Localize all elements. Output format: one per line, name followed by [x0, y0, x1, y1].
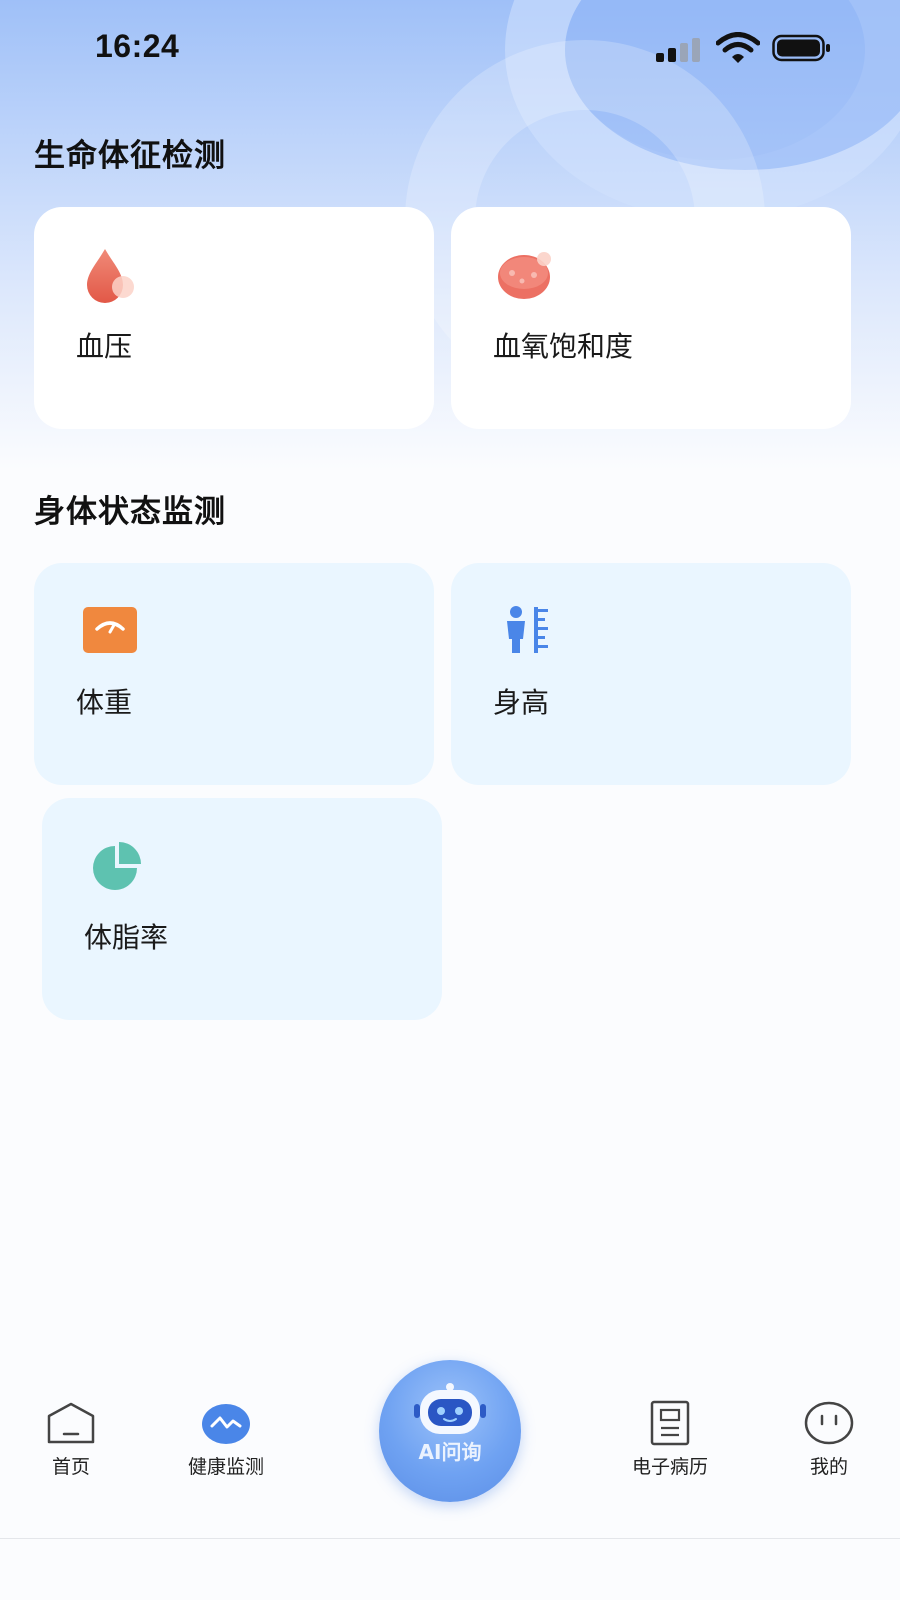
nav-label-ai-inquiry: AI问询	[418, 1440, 482, 1464]
pie-chart-icon	[93, 842, 141, 890]
card-blood-pressure[interactable]: 血压	[34, 207, 434, 429]
card-label-height: 身高	[493, 686, 550, 719]
card-blood-oxygen[interactable]: 血氧饱和度	[451, 207, 851, 429]
home-icon	[47, 1402, 95, 1444]
card-weight[interactable]: 体重	[34, 563, 434, 785]
wifi-icon	[716, 32, 760, 63]
blood-drop-icon	[87, 249, 134, 303]
section-title-vital-signs: 生命体征检测	[34, 138, 226, 174]
bottom-divider	[0, 1538, 900, 1539]
card-height[interactable]: 身高	[451, 563, 851, 785]
nav-item-profile[interactable]: 我的	[759, 1400, 899, 1480]
card-body-fat[interactable]: 体脂率	[42, 798, 442, 1020]
scale-icon	[83, 607, 137, 653]
cellular-signal-icon	[656, 36, 704, 62]
section-title-body-status: 身体状态监测	[34, 494, 226, 530]
card-label-blood-oxygen: 血氧饱和度	[493, 330, 634, 363]
height-ruler-icon	[507, 606, 548, 653]
battery-icon	[772, 34, 830, 62]
card-label-weight: 体重	[76, 686, 133, 719]
nav-label-health-monitor: 健康监测	[187, 1456, 264, 1478]
health-monitor-icon	[202, 1404, 250, 1444]
nav-label-profile: 我的	[809, 1456, 848, 1478]
nav-label-home: 首页	[51, 1456, 90, 1478]
nav-item-health-monitor[interactable]: 健康监测	[156, 1400, 296, 1480]
profile-face-icon	[804, 1401, 854, 1445]
nav-item-medical-record[interactable]: 电子病历	[600, 1400, 740, 1480]
nav-label-medical-record: 电子病历	[631, 1456, 708, 1478]
bottom-navigation: 首页 健康监测 AI问询 电子病历 我的	[0, 1360, 900, 1510]
nav-item-home[interactable]: 首页	[1, 1400, 141, 1480]
status-time: 16:24	[95, 28, 180, 64]
card-label-body-fat: 体脂率	[84, 921, 169, 954]
ai-inquiry-button[interactable]: AI问询	[379, 1360, 521, 1502]
medical-record-icon	[650, 1400, 690, 1446]
red-blood-cell-icon	[498, 252, 551, 299]
robot-icon	[414, 1383, 486, 1434]
card-label-blood-pressure: 血压	[76, 330, 133, 363]
